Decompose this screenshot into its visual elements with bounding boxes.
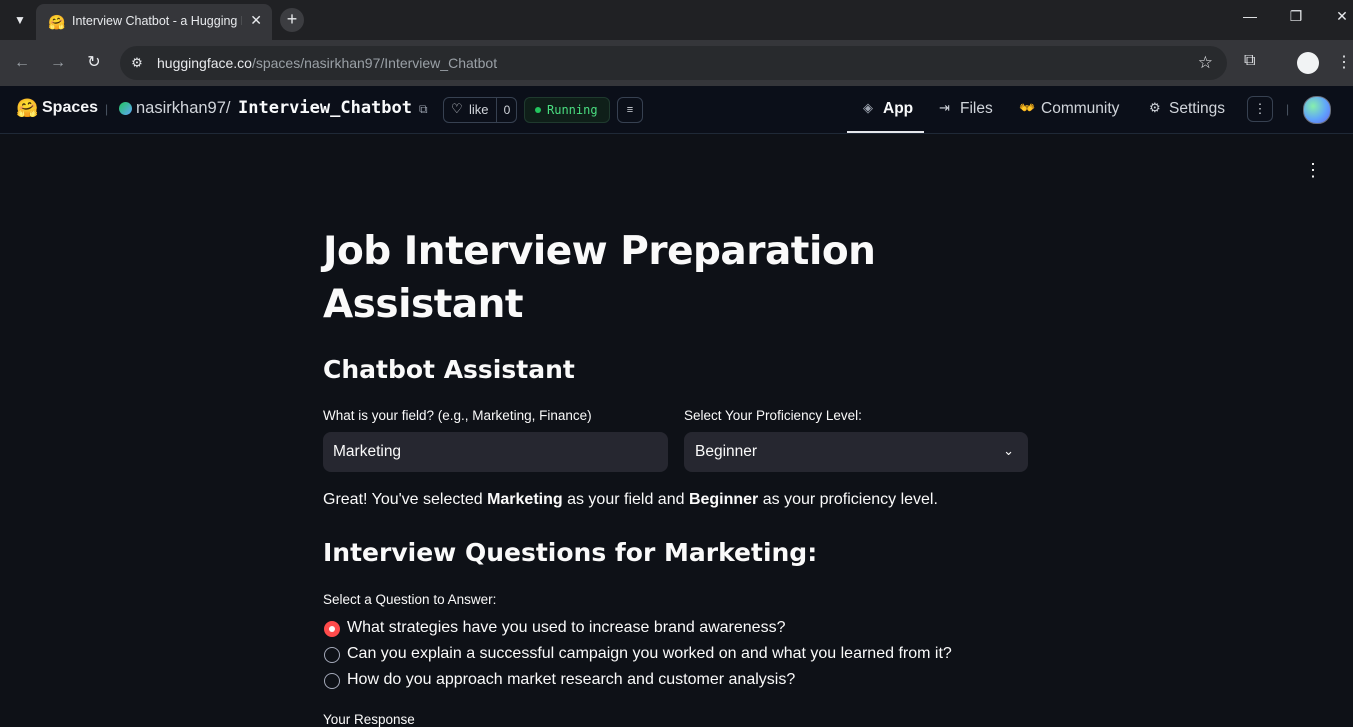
huggingface-logo-icon[interactable]: 🤗 xyxy=(16,98,38,119)
tab-search-chevron-icon[interactable]: ▼ xyxy=(8,8,32,32)
profile-avatar[interactable] xyxy=(1297,52,1319,74)
tab-title: Interview Chatbot - a Hugging Fa xyxy=(72,14,242,28)
hf-header: 🤗 Spaces | nasirkhan97/ Interview_Chatbo… xyxy=(0,86,1353,134)
bookmark-star-icon[interactable]: ☆ xyxy=(1198,53,1213,73)
back-arrow-icon[interactable]: ← xyxy=(9,50,35,76)
confirmation-text: Great! You've selected Marketing as your… xyxy=(323,491,938,508)
logs-icon[interactable]: ≡ xyxy=(617,97,643,123)
like-label: like xyxy=(469,102,489,117)
browser-tabstrip: ▼ 🤗 Interview Chatbot - a Hugging Fa ✕ +… xyxy=(0,0,1353,40)
level-label: Select Your Proficiency Level: xyxy=(684,408,862,423)
new-tab-plus-icon[interactable]: + xyxy=(280,8,304,32)
like-button[interactable]: ♡ like 0 xyxy=(443,97,517,123)
tab-community[interactable]: 👐 Community xyxy=(1019,86,1129,133)
chevron-down-icon: ⌄ xyxy=(1003,443,1014,458)
radio-selected-icon[interactable] xyxy=(324,621,340,637)
spaces-link[interactable]: Spaces xyxy=(42,99,98,117)
minimize-icon[interactable]: — xyxy=(1238,8,1262,24)
restore-icon[interactable]: ❐ xyxy=(1284,8,1308,25)
gear-icon: ⚙ xyxy=(1149,100,1161,115)
divider: | xyxy=(1286,102,1290,116)
like-count[interactable]: 0 xyxy=(496,98,517,122)
field-input-container xyxy=(323,432,668,472)
divider: | xyxy=(105,102,109,116)
field-input[interactable] xyxy=(333,432,653,472)
radio-icon[interactable] xyxy=(324,647,340,663)
repo-name-link[interactable]: Interview_Chatbot xyxy=(238,98,412,118)
question-select-label: Select a Question to Answer: xyxy=(323,592,497,607)
user-avatar[interactable] xyxy=(1303,96,1331,124)
section-title-chatbot: Chatbot Assistant xyxy=(323,355,575,384)
window-close-icon[interactable]: ✕ xyxy=(1330,8,1353,25)
tab-close-icon[interactable]: ✕ xyxy=(250,12,262,29)
copy-icon[interactable]: ⧉ xyxy=(419,102,428,117)
cube-icon: ◈ xyxy=(863,100,873,115)
questions-heading: Interview Questions for Marketing: xyxy=(323,538,818,567)
browser-tab[interactable]: 🤗 Interview Chatbot - a Hugging Fa ✕ xyxy=(36,4,272,40)
status-label: Running xyxy=(547,103,598,117)
field-label: What is your field? (e.g., Marketing, Fi… xyxy=(323,408,592,423)
extensions-puzzle-icon[interactable]: ⧉ xyxy=(1244,52,1255,70)
status-dot-icon xyxy=(535,107,541,113)
files-icon: ⇥ xyxy=(939,100,950,115)
tab-files[interactable]: ⇥ Files xyxy=(939,86,999,133)
status-badge[interactable]: Running xyxy=(524,97,610,123)
reload-icon[interactable]: ↻ xyxy=(81,50,107,76)
address-bar[interactable]: ⚙ huggingface.co/spaces/nasirkhan97/Inte… xyxy=(120,46,1227,80)
heart-icon: ♡ xyxy=(451,101,463,116)
forward-arrow-icon[interactable]: → xyxy=(45,50,71,76)
page-title: Job Interview Preparation Assistant xyxy=(323,229,876,327)
tab-settings[interactable]: ⚙ Settings xyxy=(1149,86,1231,133)
site-info-icon[interactable]: ⚙ xyxy=(128,54,146,72)
radio-icon[interactable] xyxy=(324,673,340,689)
owner-avatar xyxy=(119,102,132,115)
huggingface-favicon-icon: 🤗 xyxy=(48,14,66,30)
level-select-value: Beginner xyxy=(695,443,758,460)
app-menu-icon[interactable]: ⋮ xyxy=(1304,160,1322,181)
community-icon: 👐 xyxy=(1019,100,1036,115)
browser-toolbar: ← → ↻ ⚙ huggingface.co/spaces/nasirkhan9… xyxy=(0,40,1353,86)
tab-app[interactable]: ◈ App xyxy=(847,86,924,133)
repo-owner-link[interactable]: nasirkhan97/ xyxy=(136,99,231,118)
url-text[interactable]: huggingface.co/spaces/nasirkhan97/Interv… xyxy=(157,55,497,71)
more-options-icon[interactable]: ⋮ xyxy=(1247,96,1273,122)
level-select[interactable]: Beginner ⌄ xyxy=(684,432,1028,472)
browser-menu-icon[interactable]: ⋮ xyxy=(1336,52,1352,72)
